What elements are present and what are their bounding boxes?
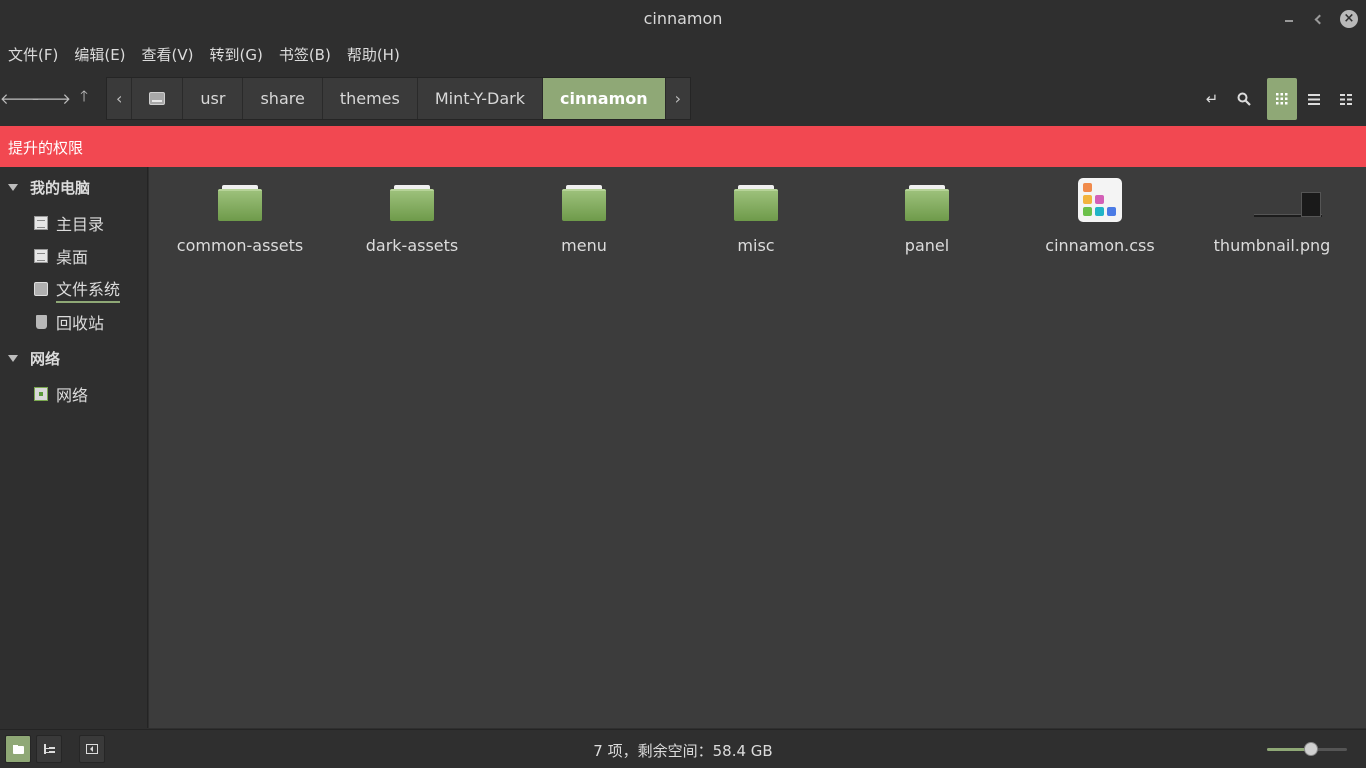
file-name: misc <box>737 236 775 255</box>
sidebar-item-label: 网络 <box>56 386 89 405</box>
zoom-slider[interactable] <box>1267 742 1347 756</box>
sidebar-section-label: 我的电脑 <box>30 178 91 197</box>
file-view[interactable]: common-assets dark-assets menu misc pane… <box>149 167 1366 728</box>
back-button[interactable]: 🡐 <box>0 86 40 110</box>
menu-help[interactable]: 帮助(H) <box>339 40 408 68</box>
home-folder-icon <box>34 216 48 230</box>
minimize-button[interactable] <box>1279 9 1299 29</box>
toggle-location-button[interactable]: ↵ <box>1197 78 1227 120</box>
file-name: common-assets <box>176 236 304 255</box>
drive-icon <box>34 282 48 296</box>
chevron-left-icon: ‹ <box>116 89 123 108</box>
list-view-button[interactable] <box>1299 78 1329 120</box>
file-item-panel[interactable]: panel <box>842 175 1012 255</box>
toolbar: 🡐 🡒 🡑 ‹ usr share themes Mint-Y-Dark cin… <box>0 72 1366 124</box>
path-crumb-mint-y-dark[interactable]: Mint-Y-Dark <box>418 78 544 119</box>
arrow-right-icon: 🡒 <box>30 89 72 108</box>
forward-button[interactable]: 🡒 <box>31 86 71 110</box>
title-bar: cinnamon × <box>0 0 1366 38</box>
sidebar-item-label: 桌面 <box>56 248 89 267</box>
arrow-up-icon: 🡑 <box>80 86 88 105</box>
sidebar-item-label: 主目录 <box>56 215 105 234</box>
drive-icon <box>149 92 166 105</box>
icon-view-button[interactable] <box>1267 78 1297 120</box>
minimize-icon <box>1285 20 1293 22</box>
search-icon <box>1237 92 1251 106</box>
sidebar-item-filesystem[interactable]: 文件系统 <box>34 276 121 303</box>
folder-icon <box>734 185 778 221</box>
status-text: 7 项，剩余空间：58.4 GB <box>593 742 773 760</box>
file-item-misc[interactable]: misc <box>671 175 841 255</box>
menu-bar: 文件(F) 编辑(E) 查看(V) 转到(G) 书签(B) 帮助(H) <box>0 40 408 68</box>
folder-icon <box>218 185 262 221</box>
menu-view[interactable]: 查看(V) <box>134 40 202 68</box>
close-icon: × <box>1340 10 1358 28</box>
sidebar-item-label: 文件系统 <box>56 276 121 303</box>
path-crumb-usr[interactable]: usr <box>183 78 244 119</box>
folder-icon <box>390 185 434 221</box>
menu-bookmarks[interactable]: 书签(B) <box>271 40 339 68</box>
sidebar-item-network[interactable]: 网络 <box>34 381 88 407</box>
path-scroll-right-button[interactable]: › <box>666 78 690 119</box>
file-name: panel <box>904 236 950 255</box>
window-title: cinnamon <box>643 9 723 28</box>
file-item-thumbnail-png[interactable]: thumbnail.png <box>1187 175 1357 255</box>
network-icon <box>34 387 48 401</box>
menu-go[interactable]: 转到(G) <box>202 40 271 68</box>
image-thumbnail-icon <box>1254 192 1322 220</box>
sidebar-item-desktop[interactable]: 桌面 <box>34 243 88 269</box>
sidebar: 我的电脑 主目录 桌面 文件系统 回收站 网络 网络 <box>0 167 148 728</box>
chevron-right-icon: › <box>674 89 682 108</box>
sidebar-section-my-computer[interactable]: 我的电脑 <box>8 175 90 199</box>
file-name: menu <box>561 236 607 255</box>
zoom-slider-handle[interactable] <box>1304 742 1318 756</box>
path-bar: ‹ usr share themes Mint-Y-Dark cinnamon … <box>106 77 692 120</box>
css-file-icon <box>1078 178 1122 222</box>
desktop-icon <box>34 249 48 263</box>
path-crumb-share[interactable]: share <box>243 78 323 119</box>
file-name: cinnamon.css <box>1045 236 1155 255</box>
menu-file[interactable]: 文件(F) <box>0 40 66 68</box>
path-root-button[interactable] <box>132 78 184 119</box>
sidebar-item-home[interactable]: 主目录 <box>34 210 104 236</box>
grid-view-icon <box>1276 93 1288 105</box>
expand-triangle-icon <box>8 354 18 362</box>
up-button[interactable]: 🡑 <box>72 86 96 110</box>
elevated-privileges-text: 提升的权限 <box>8 139 84 157</box>
sidebar-section-label: 网络 <box>30 349 61 368</box>
status-bar: 7 项，剩余空间：58.4 GB <box>0 729 1366 768</box>
list-view-icon <box>1308 93 1320 105</box>
compact-view-button[interactable] <box>1331 78 1361 120</box>
file-item-menu[interactable]: menu <box>499 175 669 255</box>
expand-triangle-icon <box>8 183 18 191</box>
maximize-button[interactable] <box>1309 9 1329 29</box>
file-name: thumbnail.png <box>1213 236 1331 255</box>
folder-icon <box>905 185 949 221</box>
folder-icon <box>562 185 606 221</box>
sidebar-item-trash[interactable]: 回收站 <box>34 309 104 335</box>
sidebar-item-label: 回收站 <box>56 314 105 333</box>
file-item-dark-assets[interactable]: dark-assets <box>327 175 497 255</box>
maximize-icon <box>1314 14 1324 24</box>
elevated-privileges-banner: 提升的权限 <box>0 126 1366 167</box>
close-button[interactable]: × <box>1339 9 1359 29</box>
compact-view-icon <box>1339 93 1352 105</box>
path-crumb-themes[interactable]: themes <box>323 78 418 119</box>
sidebar-section-network[interactable]: 网络 <box>8 346 60 370</box>
location-entry-icon: ↵ <box>1205 90 1219 108</box>
path-scroll-left-button[interactable]: ‹ <box>107 78 133 119</box>
file-item-cinnamon-css[interactable]: cinnamon.css <box>1015 175 1185 255</box>
file-name: dark-assets <box>365 236 459 255</box>
path-crumb-cinnamon[interactable]: cinnamon <box>543 78 666 119</box>
trash-icon <box>36 315 47 329</box>
file-item-common-assets[interactable]: common-assets <box>155 175 325 255</box>
search-button[interactable] <box>1229 78 1259 120</box>
menu-edit[interactable]: 编辑(E) <box>66 40 133 68</box>
